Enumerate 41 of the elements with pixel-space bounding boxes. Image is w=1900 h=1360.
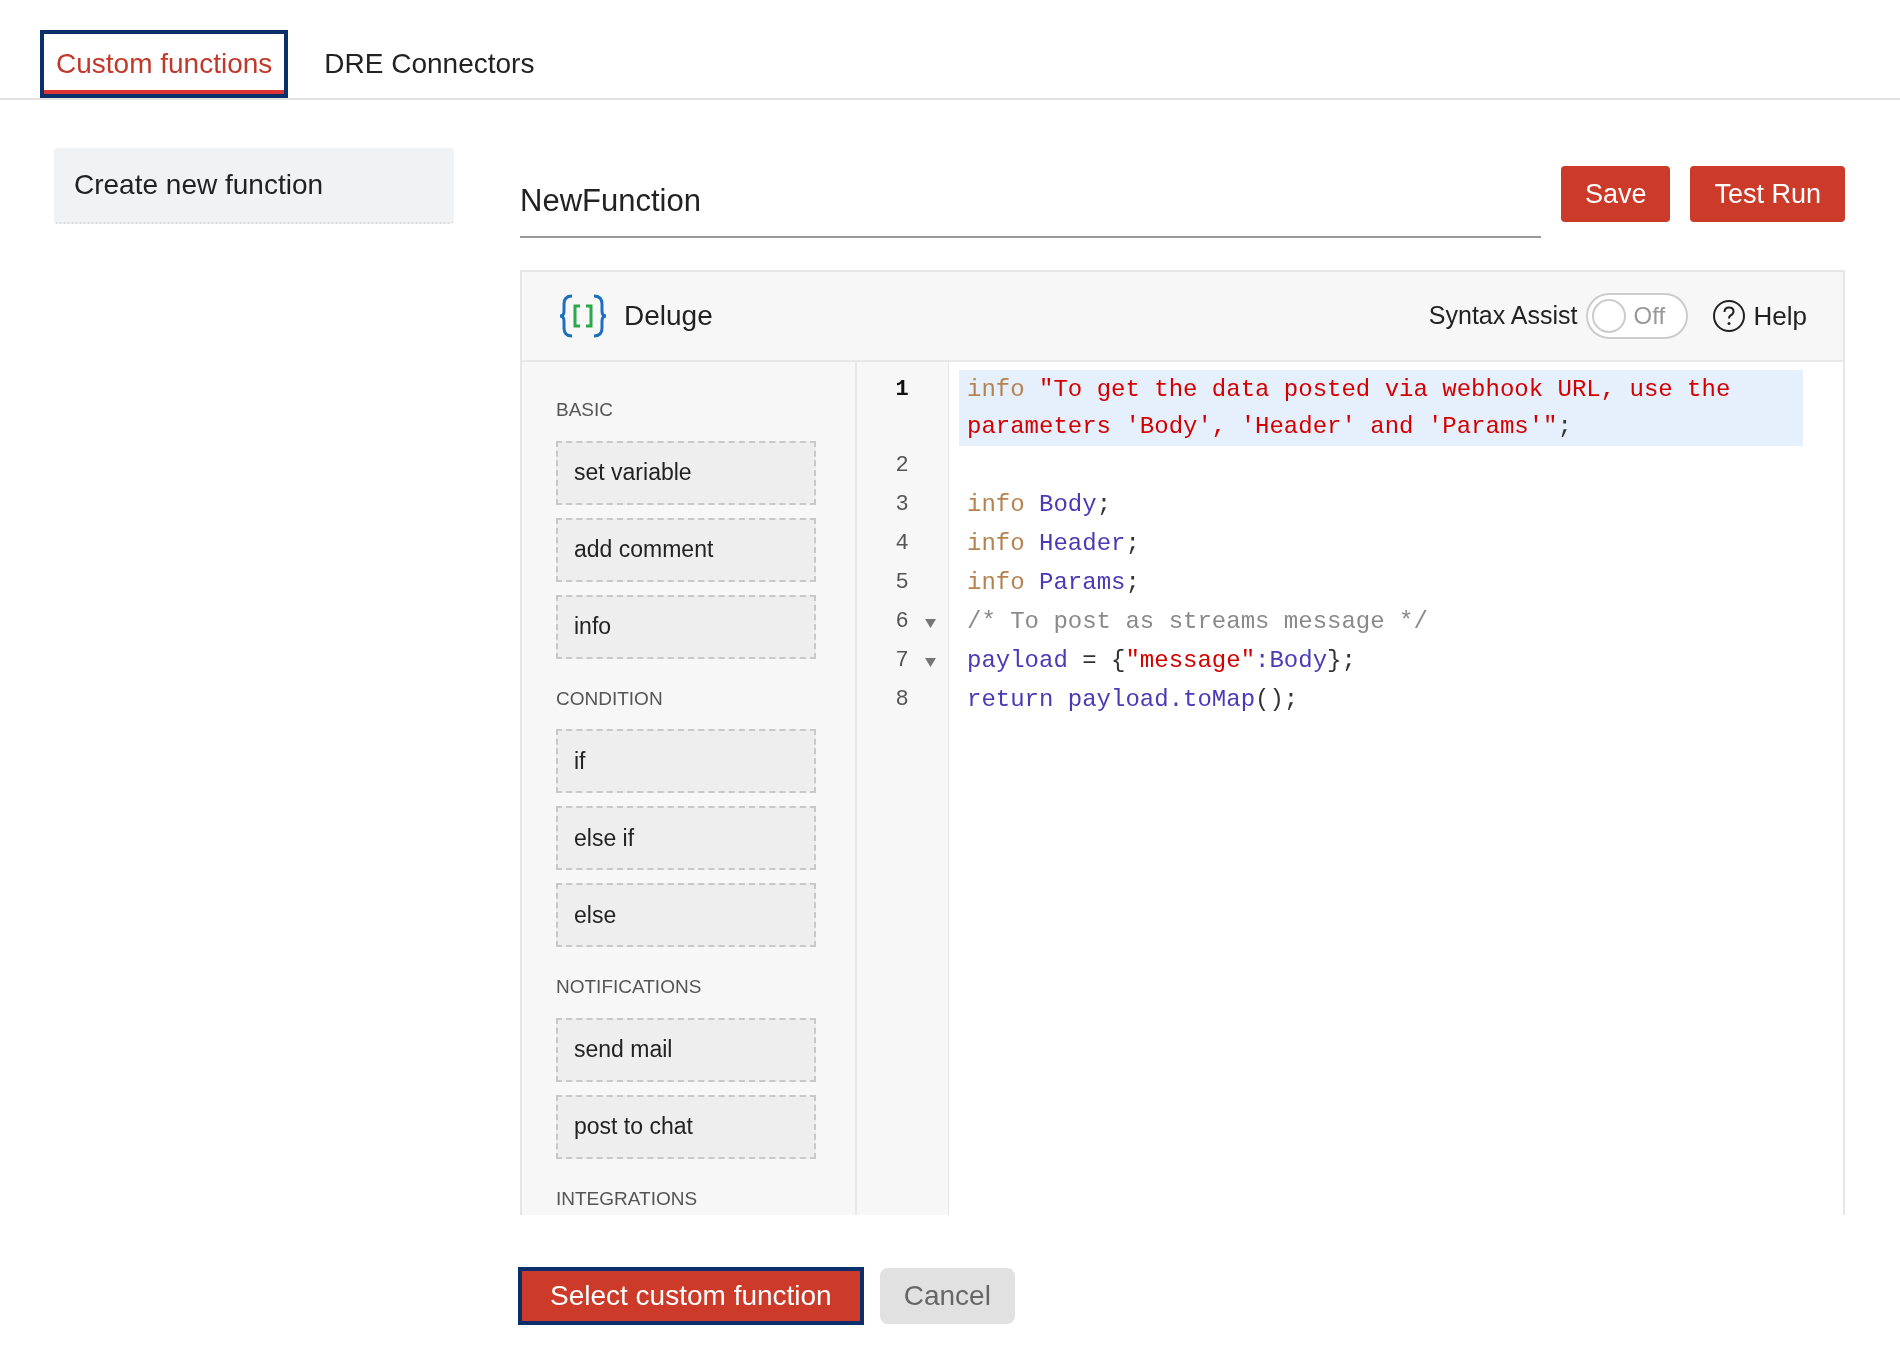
palette-item[interactable]: else: [556, 883, 816, 947]
line-number: 8: [894, 686, 910, 714]
palette-heading: INTEGRATIONS: [556, 1186, 698, 1211]
palette-item[interactable]: send mail: [556, 1017, 816, 1082]
fold-triangle-icon[interactable]: [925, 619, 936, 628]
palette-item[interactable]: if: [556, 729, 816, 793]
fold-triangle-icon[interactable]: [925, 658, 936, 667]
code-line: return payload.toMap();: [966, 685, 1300, 715]
select-function-button[interactable]: Select custom function: [518, 1267, 864, 1325]
function-name-field[interactable]: NewFunction: [520, 166, 1541, 238]
palette-item[interactable]: post to chat: [556, 1094, 816, 1159]
action-button[interactable]: Save: [1560, 166, 1671, 222]
create-function-button[interactable]: Create new function: [54, 148, 454, 224]
cancel-button[interactable]: Cancel: [879, 1268, 1015, 1324]
line-number: 2: [894, 452, 910, 480]
code-line: info Body;: [966, 490, 1113, 520]
palette-heading: BASIC: [556, 398, 614, 422]
code-line: info Header;: [966, 529, 1141, 559]
line-number: 7: [894, 647, 910, 675]
code-line: info Params;: [966, 568, 1141, 598]
palette-heading: NOTIFICATIONS: [556, 975, 702, 999]
action-button[interactable]: Test Run: [1690, 166, 1845, 222]
line-number: 3: [894, 491, 910, 519]
help-link[interactable]: Help: [1753, 296, 1807, 336]
palette-item[interactable]: else if: [556, 806, 816, 870]
line-number: 5: [894, 569, 910, 597]
line-number: 4: [894, 530, 910, 558]
palette-heading: CONDITION: [556, 686, 663, 711]
tab[interactable]: Custom functions: [40, 30, 289, 98]
tab[interactable]: DRE Connectors: [320, 30, 539, 98]
palette-item[interactable]: info: [556, 594, 816, 659]
code-line: /* To post as streams message */: [966, 607, 1429, 637]
code-line: payload = {"message":Body};: [966, 646, 1357, 676]
palette-item[interactable]: set variable: [556, 440, 816, 505]
line-number: 6: [894, 608, 910, 636]
language-label: Deluge: [624, 299, 713, 333]
help-icon: [1711, 299, 1746, 333]
braces-logo-icon: [558, 292, 608, 340]
line-number: 1: [894, 376, 910, 404]
syntax-assist-label: Syntax Assist: [1428, 300, 1578, 332]
palette-item[interactable]: add comment: [556, 517, 816, 582]
